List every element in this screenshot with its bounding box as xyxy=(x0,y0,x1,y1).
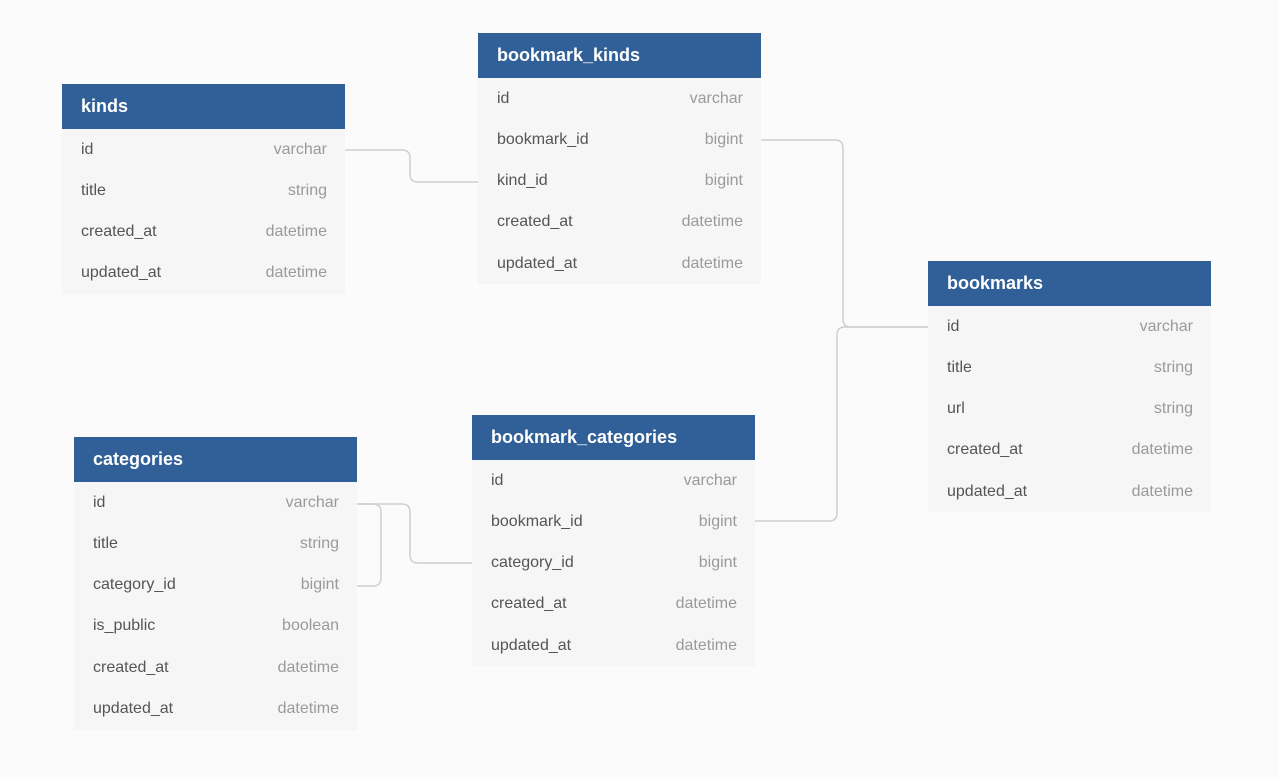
table-column-row[interactable]: id varchar xyxy=(472,460,755,501)
column-type: string xyxy=(1153,358,1193,376)
column-name: id xyxy=(93,493,106,511)
link-bookmark-categories-bookmarks xyxy=(755,326,928,522)
table-column-row[interactable]: created_at datetime xyxy=(928,430,1211,471)
table-header[interactable]: bookmark_categories xyxy=(472,415,755,460)
column-name: created_at xyxy=(491,595,567,613)
table-column-row[interactable]: title string xyxy=(928,347,1211,388)
table-column-row[interactable]: updated_at datetime xyxy=(478,243,761,284)
column-name: created_at xyxy=(947,441,1023,459)
table-column-row[interactable]: title string xyxy=(62,170,345,211)
table-header[interactable]: bookmarks xyxy=(928,261,1211,306)
table-column-row[interactable]: category_id bigint xyxy=(74,565,357,606)
column-type: datetime xyxy=(675,636,737,654)
table-column-row[interactable]: is_public boolean xyxy=(74,606,357,647)
column-type: datetime xyxy=(277,699,339,717)
table-bookmark-categories[interactable]: bookmark_categories id varchar bookmark_id b… xyxy=(472,415,755,667)
table-bookmarks[interactable]: bookmarks id varchar title string url string cr… xyxy=(928,261,1211,513)
table-column-row[interactable]: updated_at datetime xyxy=(62,253,345,294)
link-bookmark-kinds-bookmarks xyxy=(761,139,928,328)
table-column-row[interactable]: updated_at datetime xyxy=(472,625,755,666)
table-column-row[interactable]: url string xyxy=(928,389,1211,430)
column-name: kind_id xyxy=(497,172,548,190)
table-column-row[interactable]: id varchar xyxy=(478,78,761,119)
column-name: updated_at xyxy=(81,264,162,282)
column-type: bigint xyxy=(698,512,737,530)
column-name: category_id xyxy=(93,576,176,594)
column-name: title xyxy=(81,181,106,199)
table-kinds[interactable]: kinds id varchar title string created_at datet… xyxy=(62,84,345,294)
table-column-row[interactable]: title string xyxy=(74,523,357,564)
column-name: created_at xyxy=(497,213,573,231)
column-type: string xyxy=(1153,400,1193,418)
column-type: datetime xyxy=(681,213,743,231)
column-name: id xyxy=(947,317,960,335)
column-type: string xyxy=(287,181,327,199)
table-column-row[interactable]: id varchar xyxy=(928,306,1211,347)
column-name: is_public xyxy=(93,617,156,635)
column-type: datetime xyxy=(681,254,743,272)
link-kinds-bookmark-kinds xyxy=(345,149,478,183)
table-column-row[interactable]: bookmark_id bigint xyxy=(472,501,755,542)
column-name: bookmark_id xyxy=(497,130,589,148)
column-type: datetime xyxy=(265,264,327,282)
table-header[interactable]: categories xyxy=(74,437,357,482)
table-bookmark-kinds[interactable]: bookmark_kinds id varchar bookmark_id bigint… xyxy=(478,33,761,285)
column-type: string xyxy=(299,534,339,552)
link-categories-bookmark-categories xyxy=(356,503,472,564)
column-type: bigint xyxy=(704,130,743,148)
column-type: datetime xyxy=(1131,441,1193,459)
table-column-row[interactable]: category_id bigint xyxy=(472,543,755,584)
column-type: datetime xyxy=(675,595,737,613)
table-column-row[interactable]: created_at datetime xyxy=(74,647,357,688)
table-header[interactable]: kinds xyxy=(62,84,345,129)
column-type: bigint xyxy=(300,576,339,594)
table-column-row[interactable]: updated_at datetime xyxy=(74,688,357,729)
table-column-row[interactable]: id varchar xyxy=(62,129,345,170)
column-name: updated_at xyxy=(947,482,1028,500)
column-name: created_at xyxy=(81,223,157,241)
column-name: created_at xyxy=(93,658,169,676)
table-header[interactable]: bookmark_kinds xyxy=(478,33,761,78)
table-column-row[interactable]: created_at datetime xyxy=(62,212,345,253)
column-type: boolean xyxy=(282,617,339,635)
table-column-row[interactable]: updated_at datetime xyxy=(928,471,1211,512)
column-type: varchar xyxy=(683,471,737,489)
table-column-row[interactable]: created_at datetime xyxy=(478,202,761,243)
column-name: bookmark_id xyxy=(491,512,583,530)
column-name: title xyxy=(947,358,972,376)
link-categories-self xyxy=(356,503,382,587)
column-type: datetime xyxy=(265,223,327,241)
column-name: title xyxy=(93,534,118,552)
table-column-row[interactable]: created_at datetime xyxy=(472,584,755,625)
column-name: id xyxy=(497,89,510,107)
column-type: varchar xyxy=(1139,317,1193,335)
column-type: datetime xyxy=(277,658,339,676)
column-type: varchar xyxy=(285,493,339,511)
table-column-row[interactable]: kind_id bigint xyxy=(478,161,761,202)
column-name: updated_at xyxy=(491,636,572,654)
column-name: url xyxy=(947,400,965,418)
table-column-row[interactable]: id varchar xyxy=(74,482,357,523)
column-name: id xyxy=(491,471,504,489)
column-type: bigint xyxy=(704,172,743,190)
column-type: varchar xyxy=(273,140,327,158)
column-name: category_id xyxy=(491,554,574,572)
column-name: updated_at xyxy=(93,699,174,717)
table-column-row[interactable]: bookmark_id bigint xyxy=(478,119,761,160)
column-name: updated_at xyxy=(497,254,578,272)
column-type: varchar xyxy=(689,89,743,107)
column-type: datetime xyxy=(1131,482,1193,500)
column-type: bigint xyxy=(698,554,737,572)
column-name: id xyxy=(81,140,94,158)
table-categories[interactable]: categories id varchar title string category_i… xyxy=(74,437,357,730)
